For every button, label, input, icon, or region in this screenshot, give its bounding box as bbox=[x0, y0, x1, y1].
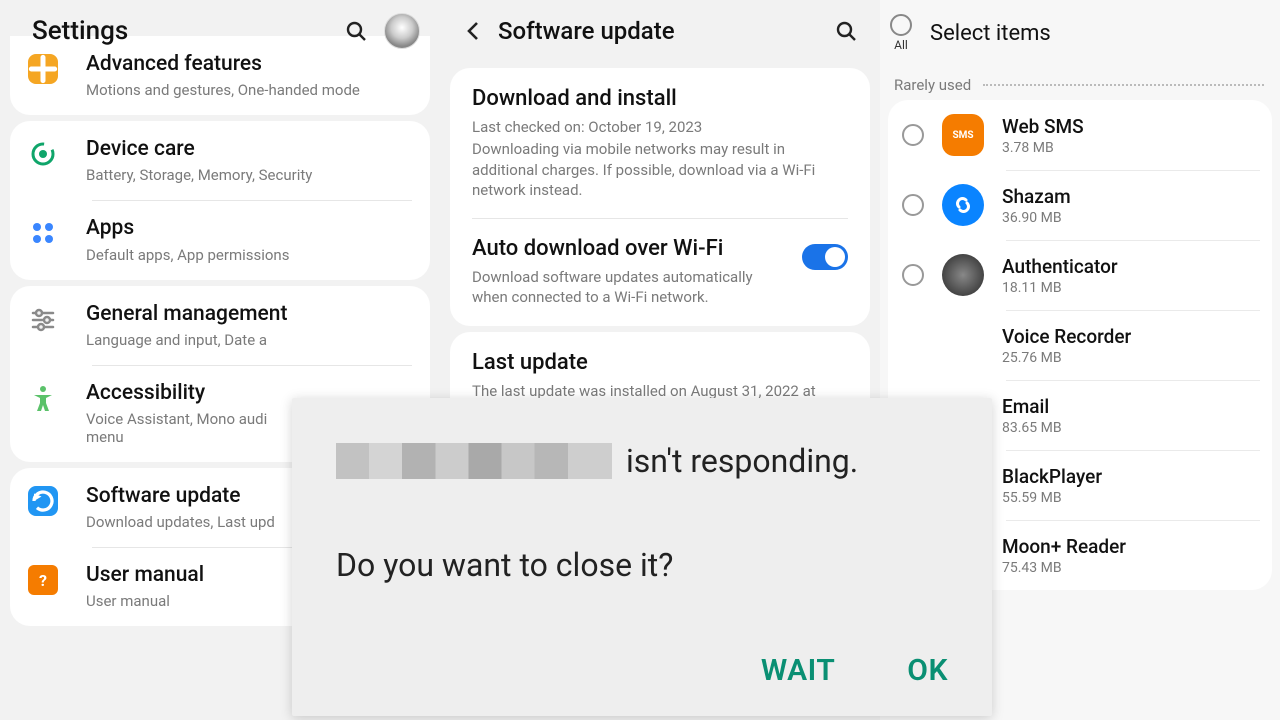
app-name: BlackPlayer bbox=[1002, 465, 1262, 488]
apps-icon bbox=[28, 218, 58, 248]
settings-item-sub: Battery, Storage, Memory, Security bbox=[86, 166, 412, 184]
dialog-line2: Do you want to close it? bbox=[336, 546, 948, 584]
app-icon-shazam bbox=[942, 184, 984, 226]
app-size: 83.65 MB bbox=[1002, 420, 1262, 436]
app-checkbox[interactable] bbox=[902, 124, 924, 146]
accessibility-icon bbox=[28, 383, 58, 413]
ok-button[interactable]: OK bbox=[907, 653, 948, 688]
section-rarely-used: Rarely used bbox=[894, 76, 971, 94]
sliders-icon bbox=[28, 304, 58, 334]
app-icon-web-sms: SMS bbox=[942, 114, 984, 156]
settings-item-advanced-features[interactable]: Advanced features Motions and gestures, … bbox=[10, 36, 430, 115]
select-all-label: All bbox=[894, 38, 908, 52]
search-button[interactable] bbox=[826, 11, 866, 51]
app-name: Email bbox=[1002, 395, 1262, 418]
device-care-icon bbox=[28, 139, 58, 169]
app-name: Moon+ Reader bbox=[1002, 535, 1262, 558]
app-row-shazam[interactable]: Shazam 36.90 MB bbox=[888, 170, 1272, 240]
settings-item-title: Apps bbox=[86, 216, 412, 241]
wait-button[interactable]: WAIT bbox=[761, 653, 835, 688]
app-size: 75.43 MB bbox=[1002, 560, 1262, 576]
app-checkbox[interactable] bbox=[902, 194, 924, 216]
last-update-title: Last update bbox=[472, 350, 848, 375]
app-size: 36.90 MB bbox=[1002, 210, 1262, 226]
app-row-authenticator[interactable]: Authenticator 18.11 MB bbox=[888, 240, 1272, 310]
manual-icon: ? bbox=[28, 565, 58, 595]
app-icon-authenticator bbox=[942, 254, 984, 296]
select-all-checkbox[interactable] bbox=[890, 14, 912, 36]
dialog-line1-suffix: isn't responding. bbox=[626, 442, 858, 480]
settings-item-title: General management bbox=[86, 302, 412, 327]
download-install-row[interactable]: Download and install Last checked on: Oc… bbox=[450, 68, 870, 218]
select-items-title: Select items bbox=[930, 21, 1051, 46]
settings-item-apps[interactable]: Apps Default apps, App permissions bbox=[10, 200, 430, 279]
settings-item-sub: Motions and gestures, One-handed mode bbox=[86, 81, 412, 99]
app-size: 3.78 MB bbox=[1002, 140, 1262, 156]
app-name: Web SMS bbox=[1002, 115, 1262, 138]
app-row-voice-recorder[interactable]: Voice Recorder 25.76 MB bbox=[888, 310, 1272, 380]
settings-item-device-care[interactable]: Device care Battery, Storage, Memory, Se… bbox=[10, 121, 430, 200]
app-name: Shazam bbox=[1002, 185, 1262, 208]
download-install-title: Download and install bbox=[472, 86, 848, 111]
chevron-left-icon bbox=[463, 20, 485, 42]
app-name: Authenticator bbox=[1002, 255, 1262, 278]
settings-item-sub: Default apps, App permissions bbox=[86, 246, 412, 264]
auto-download-toggle[interactable] bbox=[802, 244, 848, 270]
refresh-icon bbox=[28, 486, 58, 516]
software-update-title: Software update bbox=[498, 17, 826, 45]
settings-item-sub: Language and input, Date a bbox=[86, 331, 412, 349]
redacted-app-name bbox=[336, 443, 612, 479]
settings-item-general-management[interactable]: General management Language and input, D… bbox=[10, 286, 430, 365]
section-divider bbox=[983, 84, 1264, 86]
auto-download-row[interactable]: Auto download over Wi-Fi Download softwa… bbox=[450, 218, 870, 326]
download-install-note: Downloading via mobile networks may resu… bbox=[472, 139, 822, 200]
back-button[interactable] bbox=[454, 11, 494, 51]
app-size: 25.76 MB bbox=[1002, 350, 1262, 366]
auto-download-title: Auto download over Wi-Fi bbox=[472, 236, 790, 261]
app-checkbox[interactable] bbox=[902, 264, 924, 286]
app-row-web-sms[interactable]: SMS Web SMS 3.78 MB bbox=[888, 100, 1272, 170]
settings-item-title: Advanced features bbox=[86, 52, 412, 77]
anr-dialog: isn't responding. Do you want to close i… bbox=[292, 398, 992, 716]
app-name: Voice Recorder bbox=[1002, 325, 1262, 348]
app-size: 55.59 MB bbox=[1002, 490, 1262, 506]
search-icon bbox=[834, 19, 858, 43]
plus-icon bbox=[28, 54, 58, 84]
settings-item-title: Device care bbox=[86, 137, 412, 162]
app-size: 18.11 MB bbox=[1002, 280, 1262, 296]
download-install-checked: Last checked on: October 19, 2023 bbox=[472, 117, 822, 137]
select-all-button[interactable]: All bbox=[890, 14, 912, 52]
auto-download-sub: Download software updates automatically … bbox=[472, 267, 790, 308]
